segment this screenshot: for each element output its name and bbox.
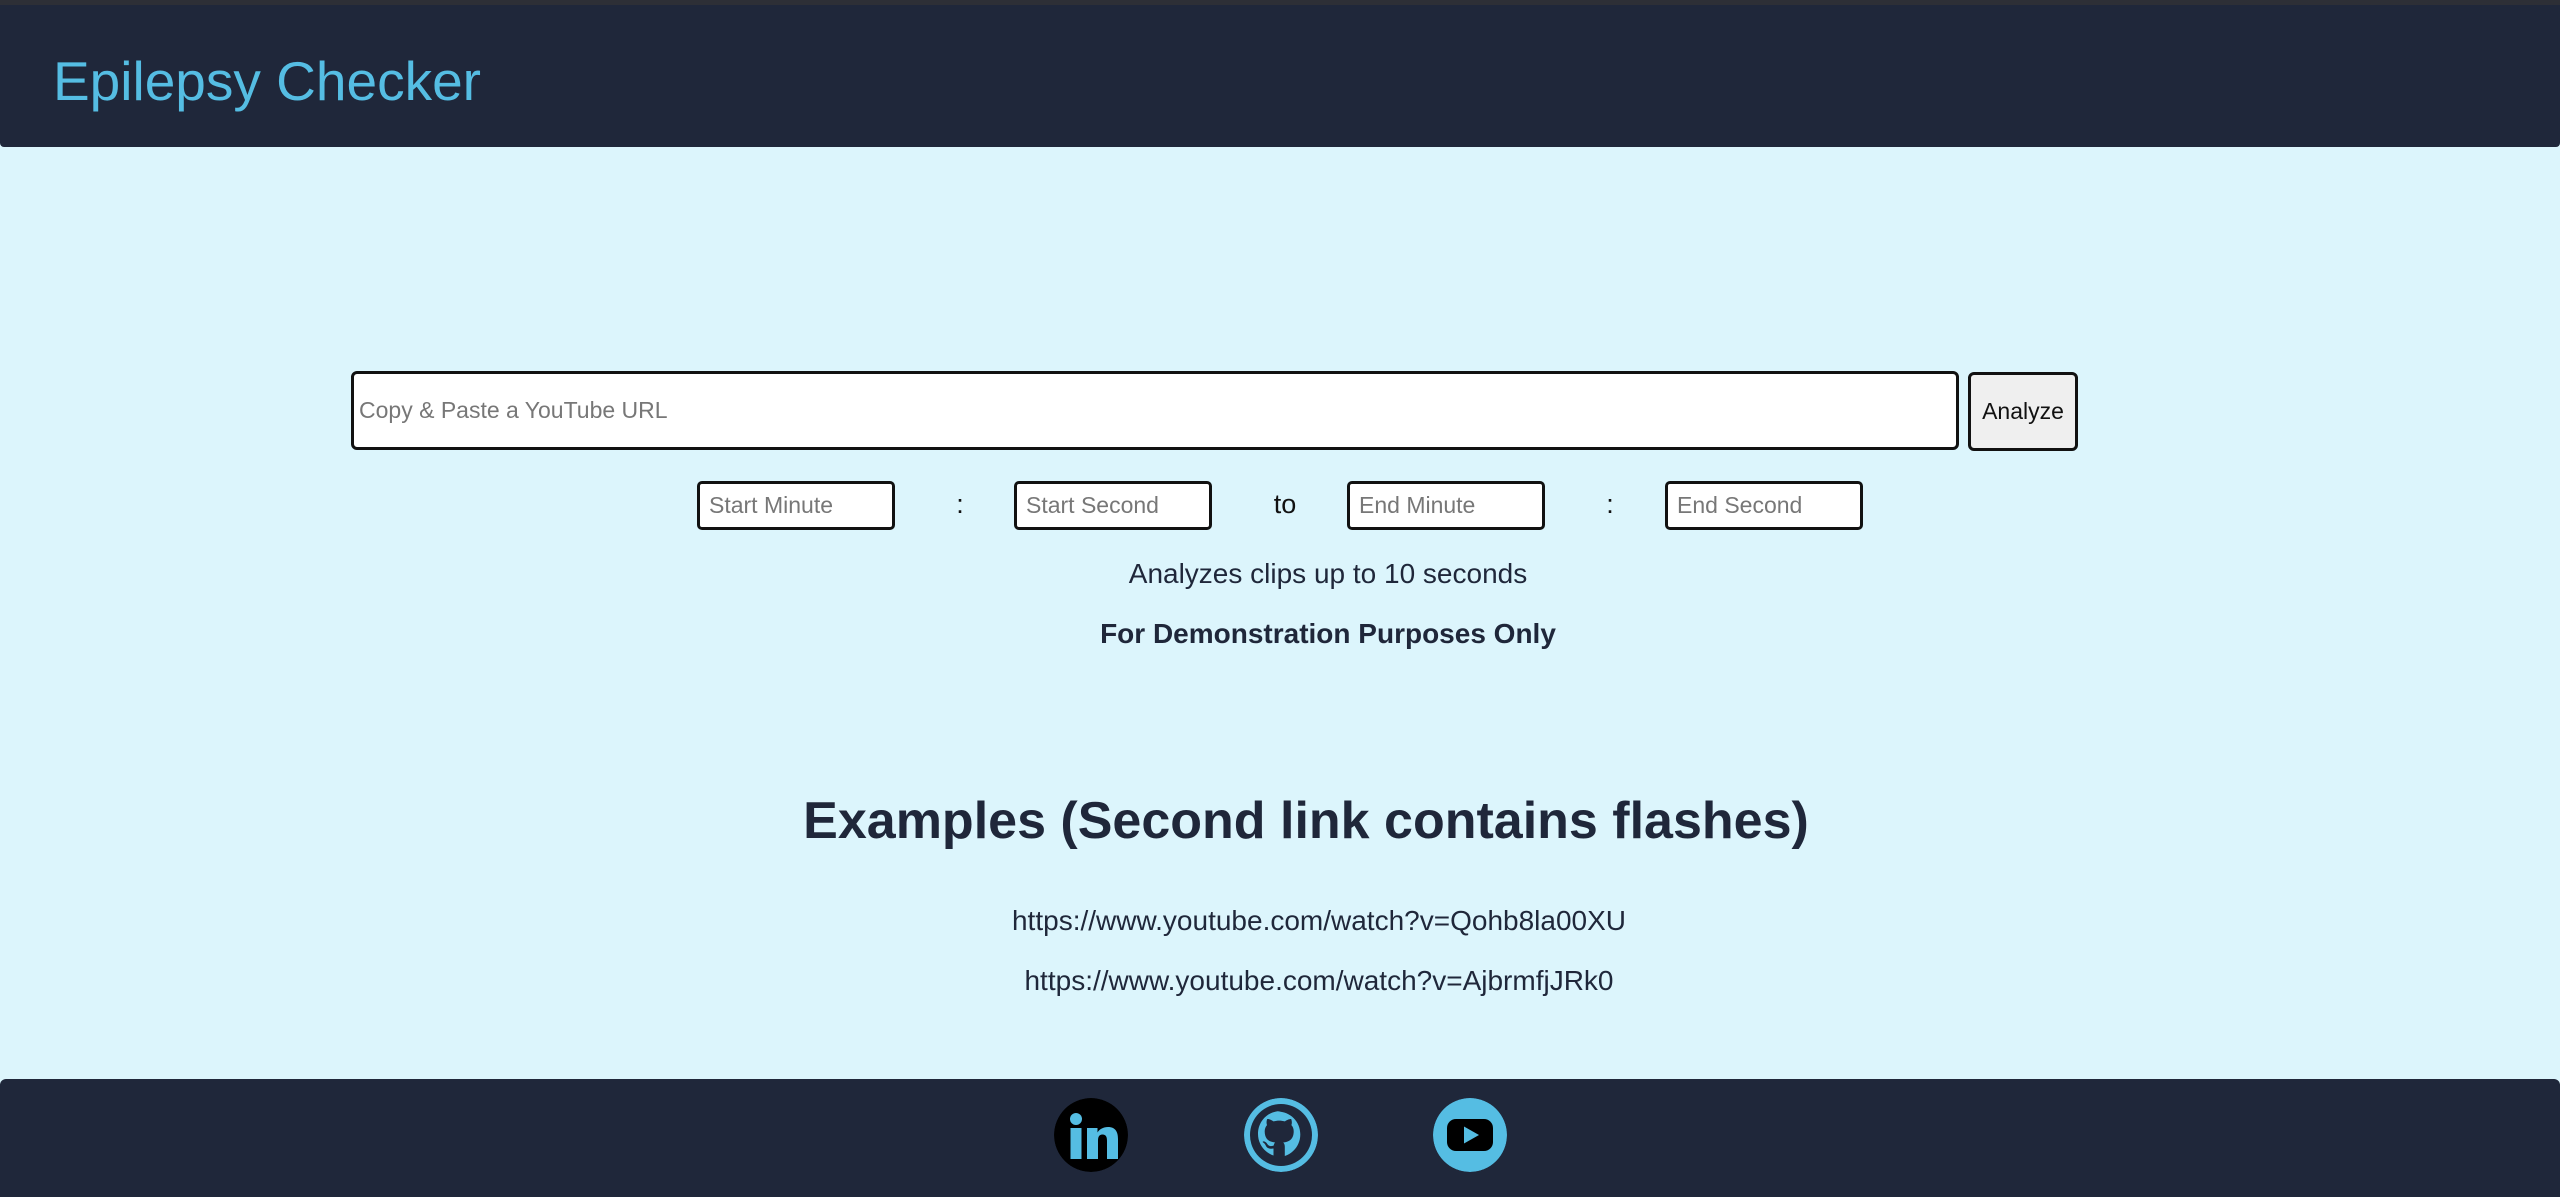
start-second-input[interactable]: [1014, 481, 1212, 530]
example-link-2[interactable]: https://www.youtube.com/watch?v=AjbrmfjJ…: [0, 963, 2560, 999]
time-colon-end: :: [1606, 489, 1614, 519]
time-colon-start: :: [956, 489, 964, 519]
clip-limit-note: Analyzes clips up to 10 seconds: [1128, 558, 1528, 589]
youtube-url-input[interactable]: [351, 371, 1959, 450]
demo-disclaimer: For Demonstration Purposes Only: [1100, 618, 1556, 649]
analyze-button[interactable]: Analyze: [1968, 372, 2078, 451]
end-second-input[interactable]: [1665, 481, 1863, 530]
linkedin-icon[interactable]: [1054, 1098, 1128, 1172]
examples-heading: Examples (Second link contains flashes): [803, 792, 1809, 850]
end-minute-input[interactable]: [1347, 481, 1545, 530]
to-label: to: [1273, 489, 1297, 519]
site-title[interactable]: Epilepsy Checker: [53, 48, 481, 114]
start-minute-input[interactable]: [697, 481, 895, 530]
youtube-icon[interactable]: [1433, 1098, 1507, 1172]
github-icon[interactable]: [1244, 1098, 1318, 1172]
example-link-1[interactable]: https://www.youtube.com/watch?v=Qohb8la0…: [0, 903, 2560, 939]
site-header: Epilepsy Checker: [0, 5, 2560, 147]
